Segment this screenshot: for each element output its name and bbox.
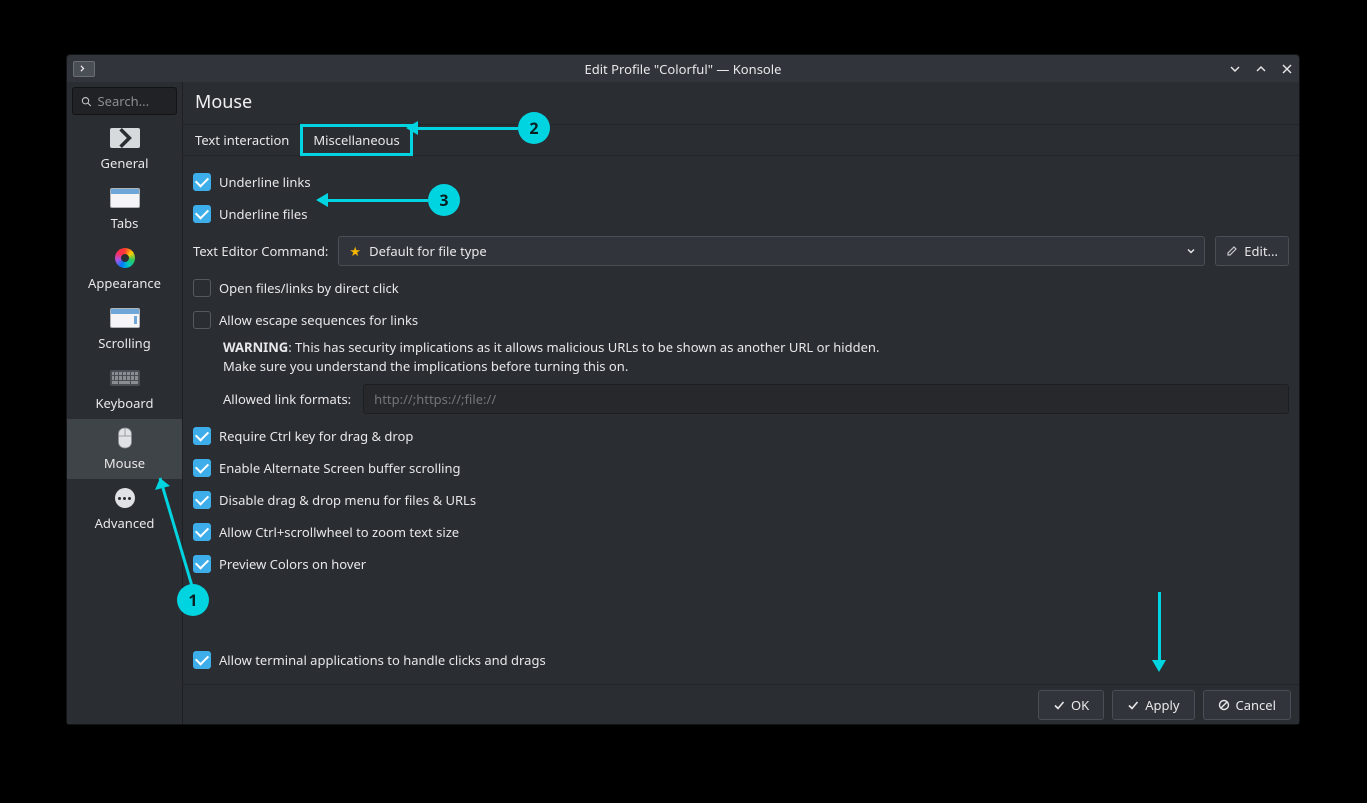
tab-miscellaneous[interactable]: Miscellaneous — [301, 125, 411, 155]
warning-text: WARNING: This has security implications … — [193, 336, 1289, 382]
window-title: Edit Profile "Colorful" — Konsole — [67, 60, 1299, 78]
chevron-right-icon — [110, 126, 140, 150]
close-icon[interactable] — [1279, 61, 1295, 77]
footer: OK Apply Cancel — [183, 684, 1299, 724]
sidebar-item-label: Tabs — [111, 214, 139, 232]
combobox-value: Default for file type — [369, 242, 487, 260]
annotation-arrow-2-line — [418, 127, 518, 130]
checkbox-allow-escape-sequences[interactable] — [193, 311, 211, 329]
minimize-icon[interactable] — [1227, 61, 1243, 77]
search-icon — [81, 95, 92, 108]
checkbox-require-ctrl-dnd[interactable] — [193, 427, 211, 445]
sidebar-item-scrolling[interactable]: Scrolling — [67, 299, 182, 359]
tab-text-interaction[interactable]: Text interaction — [183, 125, 301, 155]
check-icon — [1127, 699, 1139, 711]
sidebar-item-label: Scrolling — [98, 334, 150, 352]
annotation-arrow-3-line — [328, 199, 428, 202]
sidebar-item-label: Advanced — [95, 514, 155, 532]
annotation-arrow-3-head — [316, 193, 328, 207]
annotation-1: 1 — [177, 584, 209, 616]
search-input-wrap[interactable] — [72, 87, 177, 115]
annotation-arrow-2-head — [406, 121, 418, 135]
main: Mouse Text interaction Miscellaneous Und… — [183, 82, 1299, 724]
sidebar-item-tabs[interactable]: Tabs — [67, 179, 182, 239]
sidebar-item-label: General — [101, 154, 149, 172]
warning-line1: : This has security implications as it a… — [288, 338, 879, 356]
checkbox-allow-terminal-handle-clicks[interactable] — [193, 651, 211, 669]
cancel-button[interactable]: Cancel — [1203, 690, 1291, 720]
sidebar: General Tabs Appearance — [67, 82, 183, 724]
annotation-2: 2 — [518, 112, 550, 144]
check-icon — [1053, 699, 1065, 711]
titlebar: Edit Profile "Colorful" — Konsole — [67, 55, 1299, 82]
sidebar-item-label: Appearance — [88, 274, 161, 292]
sidebar-item-label: Mouse — [104, 454, 145, 472]
label-underline-files: Underline files — [219, 205, 307, 223]
ok-button[interactable]: OK — [1038, 690, 1104, 720]
window-icon — [110, 186, 140, 210]
color-wheel-icon — [110, 246, 140, 270]
mouse-icon — [110, 426, 140, 450]
tabs: Text interaction Miscellaneous — [183, 124, 1299, 156]
star-icon: ★ — [349, 242, 361, 260]
edit-button[interactable]: Edit... — [1215, 236, 1289, 266]
label-allow-terminal-handle-clicks: Allow terminal applications to handle cl… — [219, 651, 546, 669]
label-ctrl-scroll-zoom: Allow Ctrl+scrollwheel to zoom text size — [219, 523, 459, 541]
annotation-arrow-1 — [152, 468, 202, 593]
dialog-window: Edit Profile "Colorful" — Konsole Ge — [66, 54, 1300, 725]
label-allowed-link-formats: Allowed link formats: — [223, 390, 351, 408]
label-alt-screen-scrolling: Enable Alternate Screen buffer scrolling — [219, 459, 461, 477]
scroll-window-icon — [110, 306, 140, 330]
checkbox-underline-files[interactable] — [193, 205, 211, 223]
cancel-button-label: Cancel — [1236, 696, 1276, 714]
sidebar-item-label: Keyboard — [95, 394, 153, 412]
annotation-3: 3 — [428, 184, 460, 216]
label-text-editor-command: Text Editor Command: — [193, 242, 328, 260]
checkbox-underline-links[interactable] — [193, 173, 211, 191]
apply-button[interactable]: Apply — [1112, 690, 1194, 720]
prohibit-icon — [1218, 699, 1230, 711]
terminal-icon — [73, 61, 95, 77]
label-underline-links: Underline links — [219, 173, 311, 191]
label-disable-dnd-menu: Disable drag & drop menu for files & URL… — [219, 491, 476, 509]
ellipsis-icon — [110, 486, 140, 510]
label-open-direct-click: Open files/links by direct click — [219, 279, 399, 297]
checkbox-open-direct-click[interactable] — [193, 279, 211, 297]
allowed-link-formats-input[interactable] — [363, 384, 1289, 414]
sidebar-item-general[interactable]: General — [67, 119, 182, 179]
pencil-icon — [1226, 245, 1238, 257]
keyboard-icon — [110, 366, 140, 390]
warning-prefix: WARNING — [223, 338, 288, 356]
annotation-arrow-apply-head — [1152, 660, 1166, 672]
text-editor-combobox[interactable]: ★ Default for file type — [338, 236, 1205, 266]
apply-button-label: Apply — [1145, 696, 1179, 714]
chevron-down-icon — [1186, 246, 1196, 256]
label-allow-escape-sequences: Allow escape sequences for links — [219, 311, 418, 329]
ok-button-label: OK — [1071, 696, 1089, 714]
label-require-ctrl-dnd: Require Ctrl key for drag & drop — [219, 427, 413, 445]
maximize-icon[interactable] — [1253, 61, 1269, 77]
sidebar-item-appearance[interactable]: Appearance — [67, 239, 182, 299]
sidebar-item-keyboard[interactable]: Keyboard — [67, 359, 182, 419]
warning-line2: Make sure you understand the implication… — [223, 357, 628, 375]
label-preview-colors: Preview Colors on hover — [219, 555, 366, 573]
edit-button-label: Edit... — [1244, 242, 1278, 260]
page-title: Mouse — [183, 82, 1299, 124]
search-input[interactable] — [98, 92, 168, 110]
annotation-arrow-apply-line — [1158, 592, 1161, 662]
